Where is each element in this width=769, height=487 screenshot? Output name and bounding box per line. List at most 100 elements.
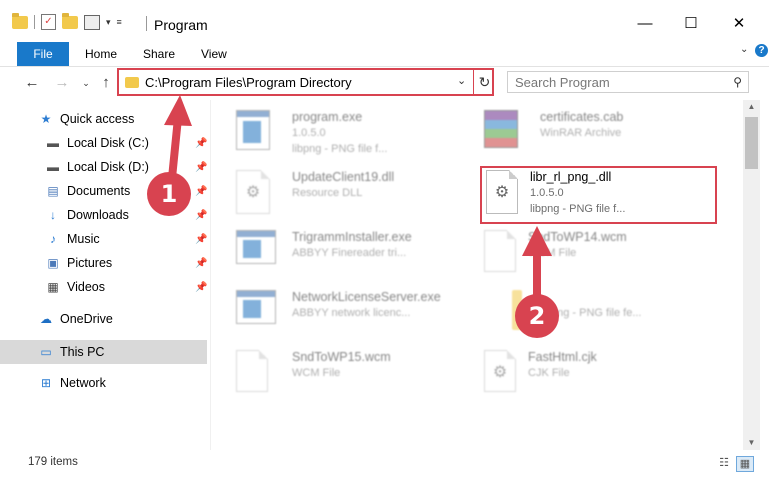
help-icon[interactable]: ? — [755, 44, 768, 57]
forward-arrow-icon[interactable]: → — [52, 73, 72, 93]
scroll-down-icon[interactable]: ▼ — [743, 438, 760, 447]
app-window-icon — [236, 290, 276, 324]
sidebar-item-local-disk-c[interactable]: ▬ Local Disk (C:) — [45, 132, 149, 154]
pin-icon[interactable]: 📌 — [195, 186, 207, 197]
address-path[interactable]: C:\Program Files\Program Directory — [145, 75, 352, 90]
pin-icon[interactable]: 📌 — [195, 162, 207, 173]
up-arrow-icon[interactable]: ↑ — [96, 73, 116, 93]
file-tile[interactable]: SndToWP15.wcm WCM File — [236, 350, 456, 400]
pin-icon[interactable]: 📌 — [195, 282, 207, 293]
back-arrow-icon[interactable]: ← — [22, 73, 42, 93]
file-name: TrigrammInstaller.exe — [292, 230, 412, 244]
recent-locations-chevron-icon[interactable]: ⌄ — [76, 73, 96, 93]
star-icon: ★ — [40, 112, 52, 126]
pin-icon[interactable]: 📌 — [195, 258, 207, 269]
details-view-icon[interactable]: ☷ — [716, 456, 732, 470]
file-name: FastHtml.cjk — [528, 350, 597, 364]
folder-icon — [125, 77, 139, 88]
scrollbar-thumb[interactable] — [745, 117, 758, 169]
document-icon — [484, 230, 516, 272]
network-icon: ⊞ — [40, 376, 52, 390]
divider — [146, 16, 147, 31]
app-window-icon — [236, 230, 276, 264]
customize-toolbar-icon[interactable]: ≡ — [117, 17, 122, 27]
folder-icon[interactable] — [12, 12, 28, 29]
tab-view[interactable]: View — [201, 47, 227, 61]
scroll-up-icon[interactable]: ▲ — [743, 102, 760, 111]
sidebar-item-label: Quick access — [60, 112, 135, 126]
sidebar-item-label: Videos — [67, 280, 105, 294]
sidebar-item-label: Local Disk (C:) — [67, 136, 149, 150]
highlight-box — [480, 166, 717, 224]
file-tile[interactable]: certificates.cab WinRAR Archive — [484, 110, 704, 160]
window-title: Program — [154, 17, 208, 33]
sidebar-item-videos[interactable]: ▦ Videos — [45, 276, 105, 298]
drive-icon: ▬ — [47, 136, 59, 150]
new-folder-icon[interactable] — [62, 12, 78, 29]
step-1-callout: 1 — [147, 172, 191, 216]
videos-icon: ▦ — [47, 280, 59, 294]
sidebar-item-label: Downloads — [67, 208, 129, 222]
file-name: SndToWP14.wcm — [528, 230, 627, 244]
cloud-icon: ☁ — [40, 312, 52, 326]
document-icon — [236, 350, 268, 392]
close-button[interactable]: ✕ — [716, 10, 762, 38]
sidebar-item-pictures[interactable]: ▣ Pictures — [45, 252, 112, 274]
file-tile[interactable]: program.exe 1.0.5.0 libpng - PNG file f.… — [236, 110, 456, 160]
dll-icon: ⚙ — [236, 170, 270, 214]
search-input[interactable]: Search Program ⚲ — [507, 71, 749, 93]
sidebar-item-label: OneDrive — [60, 312, 113, 326]
sidebar-item-label: Documents — [67, 184, 131, 198]
sidebar-item-onedrive[interactable]: ☁ OneDrive — [38, 308, 113, 330]
file-version: 1.0.5.0 — [292, 127, 326, 139]
file-tile[interactable]: SndToWP14.wcm WCM File — [484, 230, 704, 280]
sidebar-item-documents[interactable]: ▤ Documents — [45, 180, 130, 202]
tab-share[interactable]: Share — [143, 47, 175, 61]
pin-icon[interactable]: 📌 — [195, 210, 207, 221]
file-type: CJK File — [528, 367, 570, 379]
file-type: WCM File — [292, 367, 341, 379]
file-tile[interactable]: TrigrammInstaller.exe ABBYY Finereader t… — [236, 230, 466, 280]
file-tile[interactable]: ⚙ FastHtml.cjk CJK File — [484, 350, 704, 400]
sidebar-item-network[interactable]: ⊞ Network — [38, 372, 106, 394]
chevron-down-icon[interactable]: ⌄ — [740, 44, 748, 55]
step-2-callout: 2 — [515, 294, 559, 338]
properties-check-icon[interactable]: ✓ — [41, 14, 56, 30]
sidebar-item-this-pc[interactable]: ▭ This PC — [38, 341, 104, 363]
download-icon: ↓ — [50, 208, 56, 222]
file-description: ABBYY Finereader tri... — [292, 247, 407, 259]
tab-file[interactable]: File — [17, 42, 69, 66]
refresh-icon[interactable]: ↻ — [473, 70, 495, 94]
address-bar[interactable]: C:\Program Files\Program Directory ⌄ ↻ — [117, 68, 494, 96]
search-placeholder: Search Program — [515, 75, 610, 90]
file-tile[interactable]: ⚙ UpdateClient19.dll Resource DLL — [236, 170, 456, 220]
file-type: Resource DLL — [292, 187, 363, 199]
pin-icon[interactable]: 📌 — [195, 234, 207, 245]
properties-icon[interactable] — [84, 14, 100, 30]
file-name: certificates.cab — [540, 110, 624, 124]
large-icons-view-icon[interactable]: ▦ — [736, 456, 754, 472]
sidebar-item-label: Music — [67, 232, 100, 246]
chevron-down-icon[interactable]: ▾ — [106, 17, 111, 28]
music-icon: ♪ — [50, 232, 56, 246]
sidebar-item-label: Local Disk (D:) — [67, 160, 149, 174]
file-tile[interactable]: NetworkLicenseServer.exe ABBYY network l… — [236, 290, 476, 340]
computer-icon: ▭ — [40, 345, 52, 359]
sidebar-item-quick-access[interactable]: ★ Quick access — [38, 108, 135, 130]
pictures-icon: ▣ — [47, 256, 59, 270]
tab-home[interactable]: Home — [85, 47, 117, 61]
status-bar — [0, 450, 769, 487]
sidebar-item-label: Network — [60, 376, 106, 390]
file-description: libpng - PNG file f... — [292, 143, 388, 155]
sidebar-item-local-disk-d[interactable]: ▬ Local Disk (D:) — [45, 156, 149, 178]
chevron-down-icon[interactable]: ⌄ — [457, 74, 466, 87]
file-type: WCM File — [528, 247, 577, 259]
sidebar-item-downloads[interactable]: ↓ Downloads — [45, 204, 129, 226]
item-count: 179 items — [28, 456, 78, 468]
search-icon[interactable]: ⚲ — [733, 75, 742, 89]
minimize-button[interactable]: — — [622, 10, 668, 38]
sidebar-item-music[interactable]: ♪ Music — [45, 228, 100, 250]
document-icon: ⚙ — [484, 350, 516, 392]
pin-icon[interactable]: 📌 — [195, 138, 207, 149]
maximize-button[interactable]: ☐ — [668, 10, 714, 38]
